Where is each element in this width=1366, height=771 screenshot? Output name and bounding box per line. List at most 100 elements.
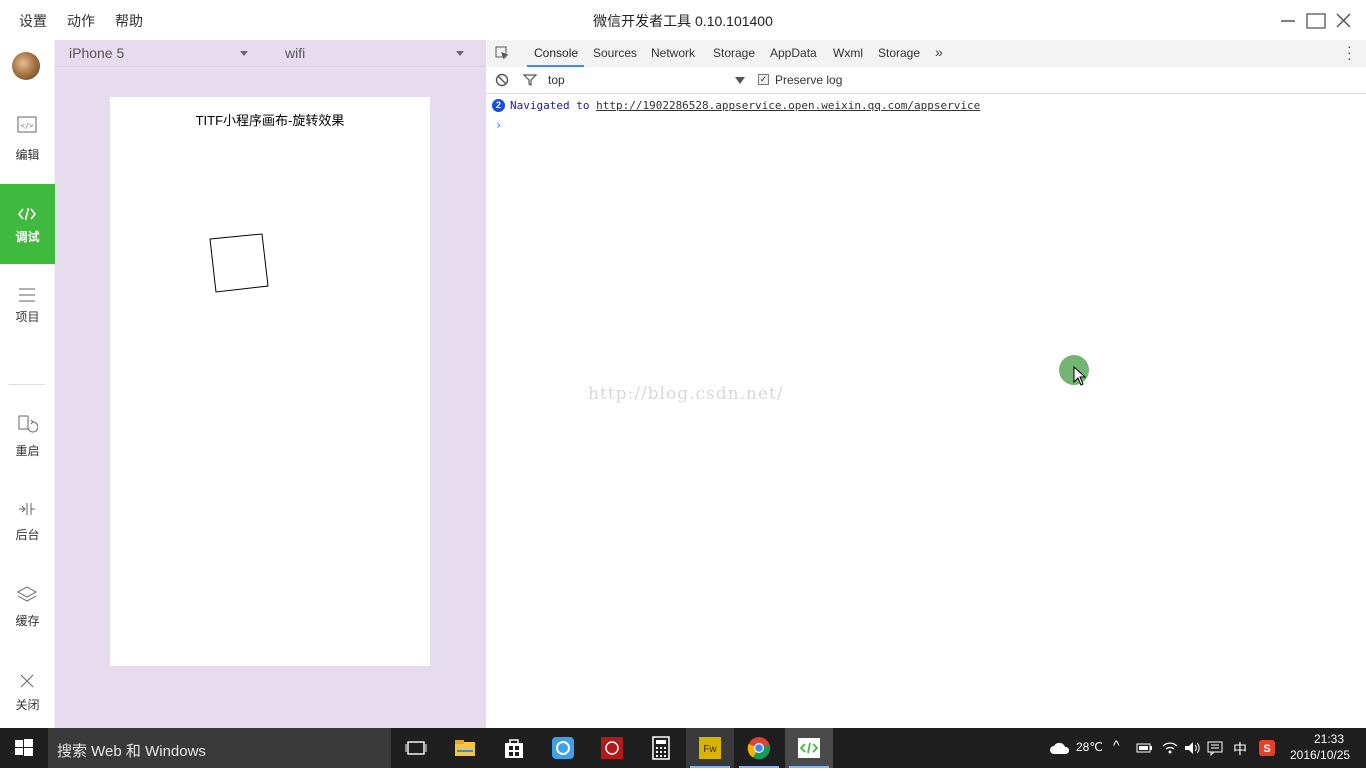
taskbar-store[interactable] xyxy=(490,728,538,768)
window-title: 微信开发者工具 0.10.101400 xyxy=(593,13,773,29)
sidebar-item-label: 重启 xyxy=(15,444,40,458)
title-bar: 设置 动作 帮助 微信开发者工具 0.10.101400 xyxy=(0,0,1366,40)
tab-console[interactable]: Console xyxy=(534,46,578,60)
preserve-log-label: Preserve log xyxy=(775,73,843,87)
svg-text:</>: </> xyxy=(21,122,34,130)
svg-text:Fw: Fw xyxy=(703,744,717,755)
canvas[interactable] xyxy=(110,137,430,437)
minimize-button[interactable] xyxy=(1273,8,1303,34)
weather-temp[interactable]: 28℃ xyxy=(1076,740,1103,754)
restart-icon xyxy=(18,415,38,433)
chat-app-icon xyxy=(552,737,574,759)
sidebar-item-restart[interactable]: 重启 xyxy=(0,404,55,484)
taskbar-wechat-devtools[interactable] xyxy=(785,728,833,768)
chevron-up-icon[interactable]: ^ xyxy=(1113,737,1120,753)
maximize-button[interactable] xyxy=(1301,8,1331,34)
volume-icon[interactable] xyxy=(1183,740,1201,756)
sidebar-item-debug[interactable]: 调试 xyxy=(0,184,55,264)
devtools-panel: Console Sources Network Storage AppData … xyxy=(485,39,1366,728)
sidebar-item-label: 后台 xyxy=(15,528,40,542)
more-tabs-icon[interactable]: » xyxy=(935,44,943,60)
clear-console-icon[interactable] xyxy=(495,73,509,87)
red-app-icon xyxy=(601,737,623,759)
tab-sources[interactable]: Sources xyxy=(593,46,637,60)
background-icon xyxy=(19,503,35,515)
chevron-down-icon[interactable] xyxy=(240,51,248,56)
taskbar-chat-app[interactable] xyxy=(539,728,587,768)
svg-text:S: S xyxy=(1263,743,1270,755)
tab-storage-2[interactable]: Storage xyxy=(878,46,920,60)
sidebar: </> 编辑 调试 项目 重启 后台 缓存 关闭 xyxy=(0,40,55,728)
close-window-button[interactable] xyxy=(1329,8,1359,34)
sidebar-item-label: 调试 xyxy=(15,230,40,244)
console-prompt[interactable]: › xyxy=(495,118,502,132)
maximize-icon xyxy=(1306,13,1326,29)
chrome-icon xyxy=(747,737,771,760)
watermark: http://blog.csdn.net/ xyxy=(588,384,784,404)
device-select[interactable]: iPhone 5 xyxy=(69,45,124,61)
start-button[interactable] xyxy=(0,728,48,768)
task-view-button[interactable] xyxy=(392,728,440,768)
preserve-log-checkbox[interactable]: ✓ xyxy=(758,74,769,85)
file-explorer-icon xyxy=(455,740,475,756)
minimize-icon xyxy=(1281,20,1295,22)
filter-icon[interactable] xyxy=(523,73,537,87)
wifi-icon[interactable] xyxy=(1161,739,1179,757)
sidebar-item-edit[interactable]: </> 编辑 xyxy=(0,104,55,184)
search-placeholder: 搜索 Web 和 Windows xyxy=(57,743,206,760)
layers-icon xyxy=(16,586,38,602)
ime-indicator[interactable]: 中 xyxy=(1233,739,1247,759)
rotated-square xyxy=(209,233,269,293)
tab-wxml[interactable]: Wxml xyxy=(833,46,863,60)
tab-storage[interactable]: Storage xyxy=(713,46,755,60)
console-output[interactable]: 2 Navigated to http://1902286528.appserv… xyxy=(486,94,1366,728)
sidebar-item-cache[interactable]: 缓存 xyxy=(0,574,55,654)
taskbar-file-explorer[interactable] xyxy=(441,728,489,768)
code-editor-icon: </> xyxy=(17,116,37,133)
sidebar-divider xyxy=(9,384,45,385)
page-title: TITF小程序画布-旋转效果 xyxy=(195,113,345,128)
console-message-text: Navigated to xyxy=(510,99,597,112)
console-message: Navigated to http://1902286528.appservic… xyxy=(510,99,980,112)
windows-logo-icon xyxy=(15,739,33,756)
taskbar-fireworks[interactable]: Fw xyxy=(686,728,734,768)
tab-appdata[interactable]: AppData xyxy=(770,46,817,60)
chevron-down-icon[interactable] xyxy=(456,51,464,56)
task-view-icon xyxy=(405,741,427,755)
sidebar-item-label: 编辑 xyxy=(15,148,40,162)
taskbar-red-app[interactable] xyxy=(588,728,636,768)
battery-icon[interactable] xyxy=(1135,741,1153,755)
menu-lines-icon xyxy=(19,288,35,302)
message-count-badge: 2 xyxy=(492,99,505,112)
action-center-icon[interactable] xyxy=(1207,740,1223,756)
sidebar-item-label: 项目 xyxy=(15,310,40,324)
clock-date[interactable]: 2016/10/25 xyxy=(1290,748,1350,762)
sidebar-item-project[interactable]: 项目 xyxy=(0,264,55,344)
taskbar-search[interactable]: 搜索 Web 和 Windows xyxy=(48,728,391,768)
code-brackets-icon xyxy=(17,207,37,221)
context-select[interactable]: top xyxy=(548,73,565,87)
inspect-element-icon[interactable] xyxy=(495,46,510,61)
taskbar-chrome[interactable] xyxy=(735,728,783,768)
cloud-icon xyxy=(1050,742,1070,754)
sogou-ime-icon[interactable]: S xyxy=(1259,740,1275,756)
sidebar-item-background[interactable]: 后台 xyxy=(0,488,55,568)
chevron-down-icon[interactable] xyxy=(735,77,745,84)
wechat-devtools-icon xyxy=(798,738,820,758)
network-select[interactable]: wifi xyxy=(285,45,305,61)
phone-screen: TITF小程序画布-旋转效果 xyxy=(110,97,430,666)
tab-network[interactable]: Network xyxy=(651,46,695,60)
mouse-cursor-icon xyxy=(1073,366,1087,386)
clock-time[interactable]: 21:33 xyxy=(1304,732,1354,746)
simulator-panel: iPhone 5 wifi TITF小程序画布-旋转效果 xyxy=(55,40,485,728)
close-icon xyxy=(1336,13,1351,28)
taskbar-calculator[interactable] xyxy=(637,728,685,768)
kebab-menu-icon[interactable]: · · · xyxy=(1347,39,1352,65)
avatar[interactable] xyxy=(12,52,40,80)
sidebar-item-label: 缓存 xyxy=(15,614,40,628)
simulator-toolbar: iPhone 5 wifi xyxy=(55,40,485,67)
taskbar: 搜索 Web 和 Windows Fw 28℃ ^ 中 S 21:33 2016… xyxy=(0,728,1366,768)
console-message-link[interactable]: http://1902286528.appservice.open.weixin… xyxy=(596,99,980,112)
devtools-tab-bar: Console Sources Network Storage AppData … xyxy=(486,39,1366,68)
close-icon xyxy=(20,674,34,688)
